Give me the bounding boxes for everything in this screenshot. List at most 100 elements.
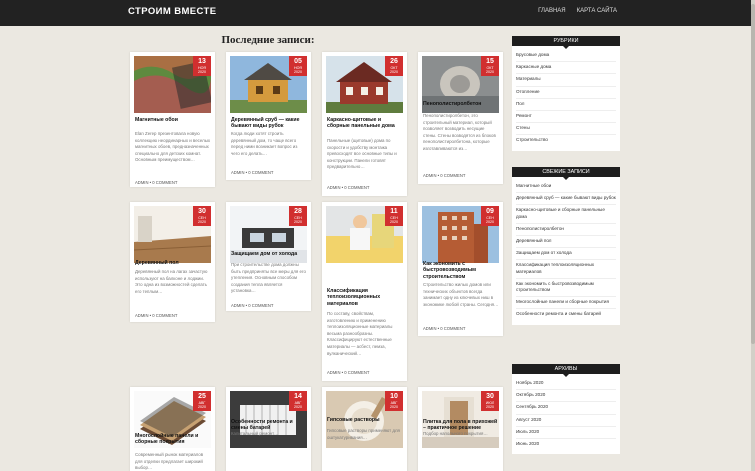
post-card[interactable]: 15 ОКТ 2020 Пенополистиролбетон Пенополистир… (418, 52, 503, 184)
date-badge: 10 АВГ 2020 (385, 391, 403, 411)
date-year: 2020 (390, 70, 398, 74)
post-title[interactable]: Деревянный сруб — какие бывают виды рубо… (231, 117, 307, 130)
archive-link[interactable]: Август 2020 (516, 415, 616, 427)
category-link[interactable]: Материалы (516, 74, 616, 87)
post-title[interactable]: Особенности ремонта и смены батарей (231, 419, 307, 432)
archive-link[interactable]: Ноябрь 2020 (516, 378, 616, 391)
archive-link[interactable]: Июнь 2020 (516, 439, 616, 450)
top-navbar: СТРОИМ ВМЕСТЕ ГЛАВНАЯ КАРТА САЙТА (0, 0, 755, 26)
nav-link-sitemap[interactable]: КАРТА САЙТА (577, 8, 617, 14)
archives-widget-title: АРХИВЫ (512, 364, 620, 377)
date-year: 2020 (198, 70, 206, 74)
date-year: 2020 (390, 220, 398, 224)
date-year: 2020 (390, 405, 398, 409)
post-excerpt: Деревянный пол на лагах зачастую использ… (135, 269, 208, 294)
post-title[interactable]: Деревянный пол (135, 260, 211, 266)
archive-link[interactable]: Сентябрь 2020 (516, 402, 616, 415)
post-title[interactable]: Многослойные панели и сборные покрытия (135, 433, 211, 446)
post-title[interactable]: Магнитные обои (135, 117, 211, 123)
archive-link[interactable]: Июль 2020 (516, 427, 616, 440)
post-card[interactable]: 13 НОЯ 2020 Магнитные обои Elan Zerep презен… (130, 52, 215, 187)
post-card[interactable]: 25 АВГ 2020 Многослойные панели и сборные п… (130, 387, 215, 471)
date-day: 15 (486, 58, 494, 65)
post-card[interactable]: 14 АВГ 2020 Особенности ремонта и смены бат… (226, 387, 311, 471)
post-excerpt: Современный рынок материалов для отделки… (135, 452, 204, 471)
post-title[interactable]: Пенополистиролбетон (423, 101, 499, 107)
site-title[interactable]: СТРОИМ ВМЕСТЕ (128, 6, 216, 17)
post-meta[interactable]: ADMIN • 0 COMMENT (135, 313, 177, 318)
post-meta[interactable]: ADMIN • 0 COMMENT (231, 303, 273, 308)
recent-post-link[interactable]: Как экономить с быстровозводимым строите… (516, 279, 616, 298)
category-link[interactable]: Брусовые дома (516, 50, 616, 63)
category-link[interactable]: Ремонт (516, 111, 616, 124)
post-card[interactable]: 30 СЕН 2020 Деревянный пол Деревянный пол на… (130, 202, 215, 322)
post-card[interactable]: 11 СЕН 2020 Классификация теплоизоляционных… (322, 202, 407, 381)
categories-widget-title: РУБРИКИ (512, 36, 620, 49)
date-year: 2020 (294, 405, 302, 409)
date-badge: 14 АВГ 2020 (289, 391, 307, 411)
post-title[interactable]: Защищаем дом от холода (231, 251, 307, 257)
date-day: 30 (486, 393, 494, 400)
date-year: 2020 (198, 405, 206, 409)
post-excerpt: По составу, свойствам, изготовлению и пр… (327, 311, 393, 356)
post-excerpt: Подбор напольного покрытия… (423, 431, 488, 436)
date-day: 28 (294, 208, 302, 215)
archive-link[interactable]: Октябрь 2020 (516, 390, 616, 403)
recent-post-link[interactable]: Многослойные панели и сборные покрытия (516, 297, 616, 310)
recent-post-link[interactable]: Деревянный пол (516, 236, 616, 249)
date-badge: 25 АВГ 2020 (193, 391, 211, 411)
recent-post-link[interactable]: Защищаем дом от холода (516, 248, 616, 261)
archives-list: Ноябрь 2020 Октябрь 2020 Сентябрь 2020 Авгу… (512, 374, 620, 454)
date-day: 14 (294, 393, 302, 400)
recent-post-link[interactable]: Каркасно-щитовые и сборные панельные дом… (516, 205, 616, 224)
post-meta[interactable]: ADMIN • 0 COMMENT (135, 180, 177, 185)
date-badge: 30 СЕН 2020 (193, 206, 211, 226)
date-day: 30 (198, 208, 206, 215)
post-excerpt: Строительство жилых домов или технически… (423, 282, 499, 307)
post-card[interactable]: 28 СЕН 2020 Защищаем дом от холода При строи… (226, 202, 311, 311)
category-link[interactable]: Строительство (516, 135, 616, 146)
section-heading: Последние записи: (221, 34, 315, 46)
date-day: 13 (198, 58, 206, 65)
post-meta[interactable]: ADMIN • 0 COMMENT (423, 173, 465, 178)
post-meta[interactable]: ADMIN • 0 COMMENT (423, 326, 465, 331)
post-card[interactable]: 05 НОЯ 2020 Деревянный сруб — какие бывают … (226, 52, 311, 180)
categories-list: Брусовые дома Каркасные дома Материалы Отоп… (512, 46, 620, 151)
post-excerpt: Гипсовые растворы применяют для оштукату… (327, 428, 400, 440)
nav-link-home[interactable]: ГЛАВНАЯ (538, 8, 566, 14)
post-card[interactable]: 10 АВГ 2020 Гипсовые растворы Гипсовые раств… (322, 387, 407, 471)
post-title[interactable]: Гипсовые растворы (327, 417, 403, 423)
category-link[interactable]: Отопление (516, 87, 616, 99)
date-year: 2020 (294, 220, 302, 224)
date-badge: 30 ИЮЛ 2020 (481, 391, 499, 411)
post-excerpt: При строительстве дома должны быть предп… (231, 262, 306, 294)
date-year: 2020 (198, 220, 206, 224)
post-card[interactable]: 30 ИЮЛ 2020 Плитка для пола в прихожей – пр… (418, 387, 503, 471)
date-badge: 26 ОКТ 2020 (385, 56, 403, 76)
recent-post-link[interactable]: Магнитные обои (516, 181, 616, 194)
categories-widget: РУБРИКИ Брусовые дома Каркасные дома Матер… (512, 36, 620, 151)
post-meta[interactable]: ADMIN • 0 COMMENT (327, 370, 369, 375)
post-title[interactable]: Как экономить с быстровозводимым строите… (423, 261, 499, 280)
recent-post-link[interactable]: Пенополистиролбетон (516, 224, 616, 237)
date-day: 10 (390, 393, 398, 400)
post-card[interactable]: 09 СЕН 2020 Как экономить с быстровозводимы… (418, 202, 503, 336)
post-card[interactable]: 26 ОКТ 2020 Каркасно-щитовые и сборные пане… (322, 52, 407, 196)
date-day: 11 (390, 208, 398, 215)
category-link[interactable]: Каркасные дома (516, 62, 616, 75)
category-link[interactable]: Пол (516, 99, 616, 112)
post-meta[interactable]: ADMIN • 0 COMMENT (327, 185, 369, 190)
scrollbar[interactable] (751, 0, 755, 471)
category-link[interactable]: Стены (516, 123, 616, 136)
date-badge: 15 ОКТ 2020 (481, 56, 499, 76)
post-title[interactable]: Каркасно-щитовые и сборные панельные дом… (327, 117, 403, 130)
post-title[interactable]: Классификация теплоизоляционных материал… (327, 288, 403, 307)
recent-post-link[interactable]: Деревянный сруб — какие бывают виды рубо… (516, 193, 616, 206)
recent-post-link[interactable]: Классификация теплоизоляционных материал… (516, 260, 616, 279)
recent-post-link[interactable]: Особенности ремонта и смены батарей (516, 309, 616, 320)
post-meta[interactable]: ADMIN • 0 COMMENT (231, 170, 273, 175)
post-title[interactable]: Плитка для пола в прихожей – практичное … (423, 419, 499, 432)
date-day: 26 (390, 58, 398, 65)
date-day: 09 (486, 208, 494, 215)
scrollbar-thumb[interactable] (751, 4, 755, 344)
